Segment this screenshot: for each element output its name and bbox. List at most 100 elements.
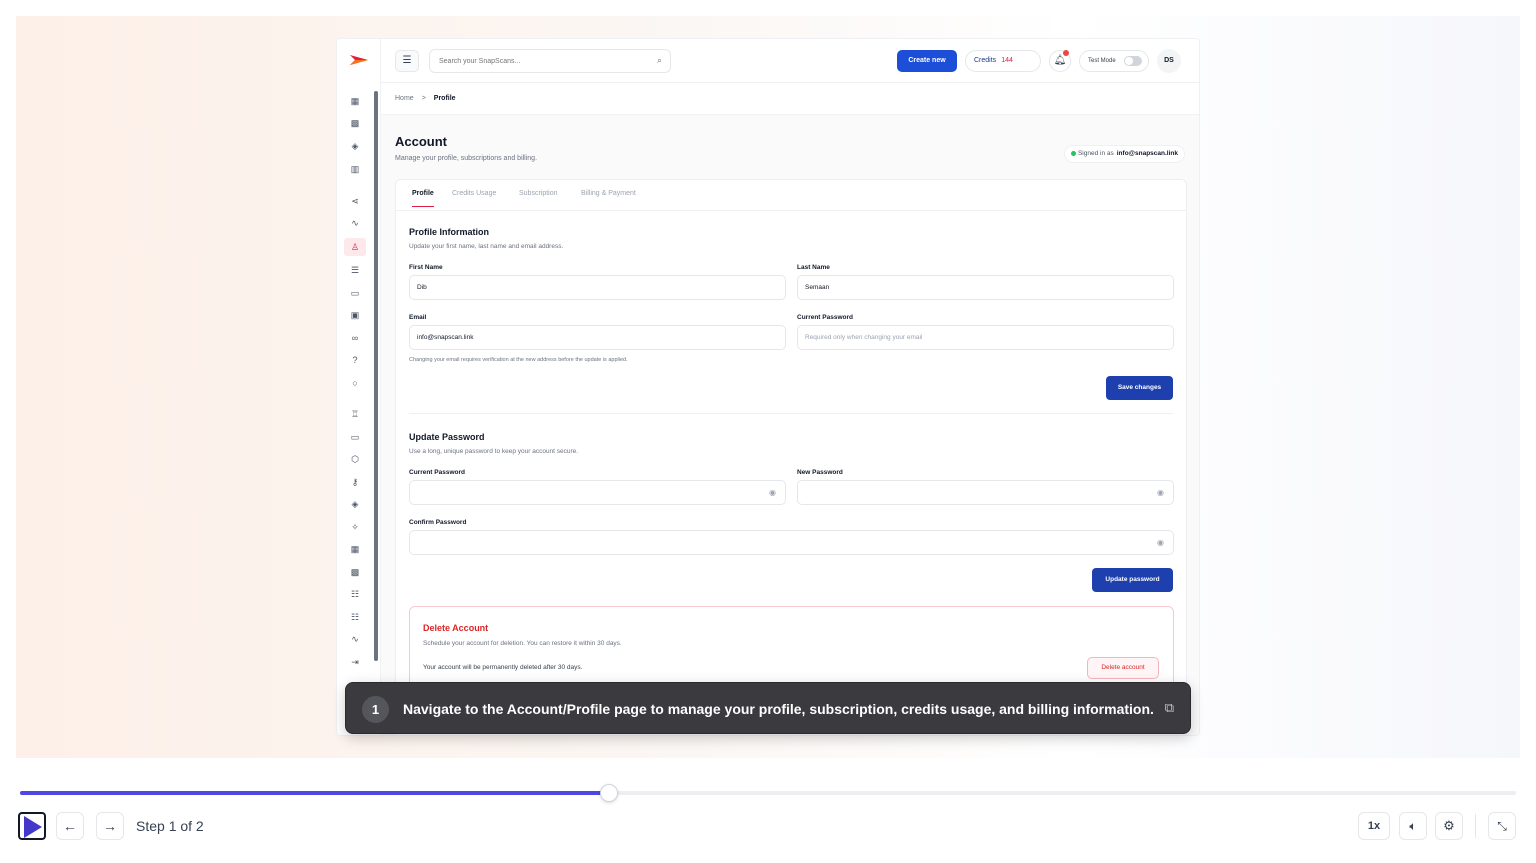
sparkle-icon[interactable]: ✧ — [349, 521, 361, 533]
email-label: Email — [409, 314, 427, 321]
account-card: Profile Credits Usage Subscription Billi… — [395, 179, 1187, 735]
password-section-subtitle: Use a long, unique password to keep your… — [409, 448, 579, 455]
last-name-label: Last Name — [797, 264, 830, 271]
card-icon[interactable]: ▭ — [349, 287, 361, 299]
pulse-icon[interactable]: ∿ — [349, 633, 361, 645]
profile-section-subtitle: Update your first name, last name and em… — [409, 243, 564, 250]
tab-subscription[interactable]: Subscription — [519, 190, 558, 206]
credits-label: Credits — [974, 57, 997, 64]
last-name-field[interactable]: Semaan — [797, 275, 1174, 300]
first-name-field[interactable]: Dib — [409, 275, 786, 300]
email-hint: Changing your email requires verificatio… — [409, 357, 628, 363]
team-icon[interactable]: ♖ — [349, 408, 361, 420]
document-icon[interactable]: ▣ — [349, 309, 361, 321]
progress-handle[interactable] — [600, 784, 619, 802]
search-icon[interactable]: ⌕ — [657, 55, 662, 66]
qr-code-icon[interactable]: ▩ — [349, 566, 361, 578]
signed-in-prefix: Signed in as — [1077, 150, 1114, 157]
step-tooltip: 1 Navigate to the Account/Profile page t… — [345, 682, 1191, 734]
shield-icon[interactable]: ⬡ — [349, 453, 361, 465]
key-icon[interactable]: ⚷ — [349, 476, 361, 488]
confirm-password-label: Confirm Password — [409, 519, 467, 526]
email-current-password-placeholder: Required only when changing your email — [805, 334, 923, 341]
settings-button[interactable]: ⚙ — [1435, 812, 1463, 840]
exit-fullscreen-button[interactable]: ⤡ — [1488, 812, 1516, 840]
controls-divider — [1475, 814, 1476, 838]
signed-in-email: info@snapscan.link — [1116, 150, 1178, 157]
profile-section-title: Profile Information — [409, 227, 490, 237]
sidebar-rail: ▦ ▩ ◈ ▥ ⋖ ∿ ♙ ☰ ▭ ▣ ∞? ○ ♖ ▭ ⬡ ⚷ ◈ ✧ ▦ ▩ ☷ ☷ ∿ ⇥ — [337, 39, 381, 735]
email-current-password-label: Current Password — [797, 314, 853, 321]
avatar[interactable]: DS — [1157, 49, 1181, 73]
first-name-label: First Name — [409, 264, 443, 271]
tab-billing-payment[interactable]: Billing & Payment — [581, 190, 636, 206]
copy-icon[interactable]: ⧉ — [1165, 700, 1174, 716]
tab-profile[interactable]: Profile — [412, 190, 434, 207]
create-new-button[interactable]: Create new — [897, 50, 957, 72]
credits-button[interactable]: Credits 144 — [965, 50, 1041, 72]
delete-account-button[interactable]: Delete account — [1087, 657, 1159, 679]
stack-icon[interactable]: ◈ — [349, 498, 361, 510]
update-password-button[interactable]: Update password — [1092, 568, 1173, 592]
email-field[interactable]: info@snapscan.link — [409, 325, 786, 350]
logout-icon[interactable]: ⇥ — [349, 656, 361, 668]
demo-stage: ▦ ▩ ◈ ▥ ⋖ ∿ ♙ ☰ ▭ ▣ ∞? ○ ♖ ▭ ⬡ ⚷ ◈ ✧ ▦ ▩ ☷ ☷ ∿ ⇥ ☰ ⌕ Create new… — [16, 16, 1520, 758]
section-divider — [409, 413, 1173, 414]
password-section-title: Update Password — [409, 432, 485, 442]
volume-button[interactable]: 🔈︎ — [1399, 812, 1427, 840]
checklist-icon[interactable]: ☷ — [349, 588, 361, 600]
qr-icon[interactable]: ▩ — [349, 117, 361, 129]
tab-credits-usage[interactable]: Credits Usage — [452, 190, 496, 206]
playback-progress-bar[interactable] — [20, 784, 1516, 802]
credits-count: 144 — [1001, 57, 1013, 64]
previous-step-button[interactable]: ← — [56, 812, 84, 840]
user-icon[interactable]: ♙ — [344, 238, 366, 256]
current-password-field[interactable]: ◉ — [409, 480, 786, 505]
eye-icon[interactable]: ◉ — [1157, 531, 1164, 554]
layers-icon[interactable]: ◈ — [349, 140, 361, 152]
eye-icon[interactable]: ◉ — [769, 481, 776, 504]
billing-icon[interactable]: ▭ — [349, 431, 361, 443]
test-mode-toggle[interactable]: Test Mode — [1079, 50, 1149, 72]
email-current-password-field[interactable]: Required only when changing your email — [797, 325, 1174, 350]
menu-toggle-button[interactable]: ☰ — [395, 50, 419, 72]
email-value: info@snapscan.link — [417, 334, 474, 341]
app-window: ▦ ▩ ◈ ▥ ⋖ ∿ ♙ ☰ ▭ ▣ ∞? ○ ♖ ▭ ⬡ ⚷ ◈ ✧ ▦ ▩ ☷ ☷ ∿ ⇥ ☰ ⌕ Create new… — [336, 38, 1200, 736]
chart-icon[interactable]: ▥ — [349, 163, 361, 175]
link-icon[interactable]: ∞ — [349, 332, 361, 344]
breadcrumb-current: Profile — [433, 95, 456, 102]
activity-icon[interactable]: ∿ — [349, 217, 361, 229]
arrow-left-icon: ← — [63, 818, 77, 834]
delete-account-title: Delete Account — [423, 623, 489, 633]
save-changes-button[interactable]: Save changes — [1106, 376, 1173, 400]
confirm-password-field[interactable]: ◉ — [409, 530, 1174, 555]
list-icon[interactable]: ☰ — [349, 264, 361, 276]
tasks-icon[interactable]: ☷ — [349, 611, 361, 623]
top-bar: ☰ ⌕ Create new Credits 144 🔔︎ Test Mode D… — [381, 39, 1199, 83]
breadcrumb: Home > Profile — [381, 83, 1199, 115]
next-step-button[interactable]: → — [96, 812, 124, 840]
breadcrumb-separator: > — [421, 95, 426, 102]
grid-icon[interactable]: ▦ — [349, 95, 361, 107]
chat-icon[interactable]: ○ — [349, 377, 361, 389]
step-message: Navigate to the Account/Profile page to … — [403, 701, 1154, 717]
gear-icon: ⚙ — [1443, 818, 1455, 833]
new-password-field[interactable]: ◉ — [797, 480, 1174, 505]
toggle-switch[interactable] — [1124, 56, 1142, 66]
main-content: Account Manage your profile, subscriptio… — [381, 115, 1199, 735]
delete-account-subtitle: Schedule your account for deletion. You … — [423, 640, 622, 647]
breadcrumb-home[interactable]: Home — [395, 95, 414, 102]
eye-icon[interactable]: ◉ — [1157, 481, 1164, 504]
search-box[interactable]: ⌕ — [429, 49, 671, 73]
help-icon[interactable]: ? — [349, 354, 361, 366]
notifications-button[interactable]: 🔔︎ — [1049, 50, 1071, 72]
current-password-label: Current Password — [409, 469, 465, 476]
search-input[interactable] — [430, 50, 640, 73]
snapscan-logo[interactable] — [350, 53, 368, 67]
speed-button[interactable]: 1x — [1358, 812, 1390, 840]
share-icon[interactable]: ⋖ — [349, 195, 361, 207]
delete-account-note: Your account will be permanently deleted… — [423, 664, 583, 671]
play-button[interactable] — [18, 812, 46, 840]
table-icon[interactable]: ▦ — [349, 543, 361, 555]
sidebar-scrollbar[interactable] — [374, 91, 378, 661]
